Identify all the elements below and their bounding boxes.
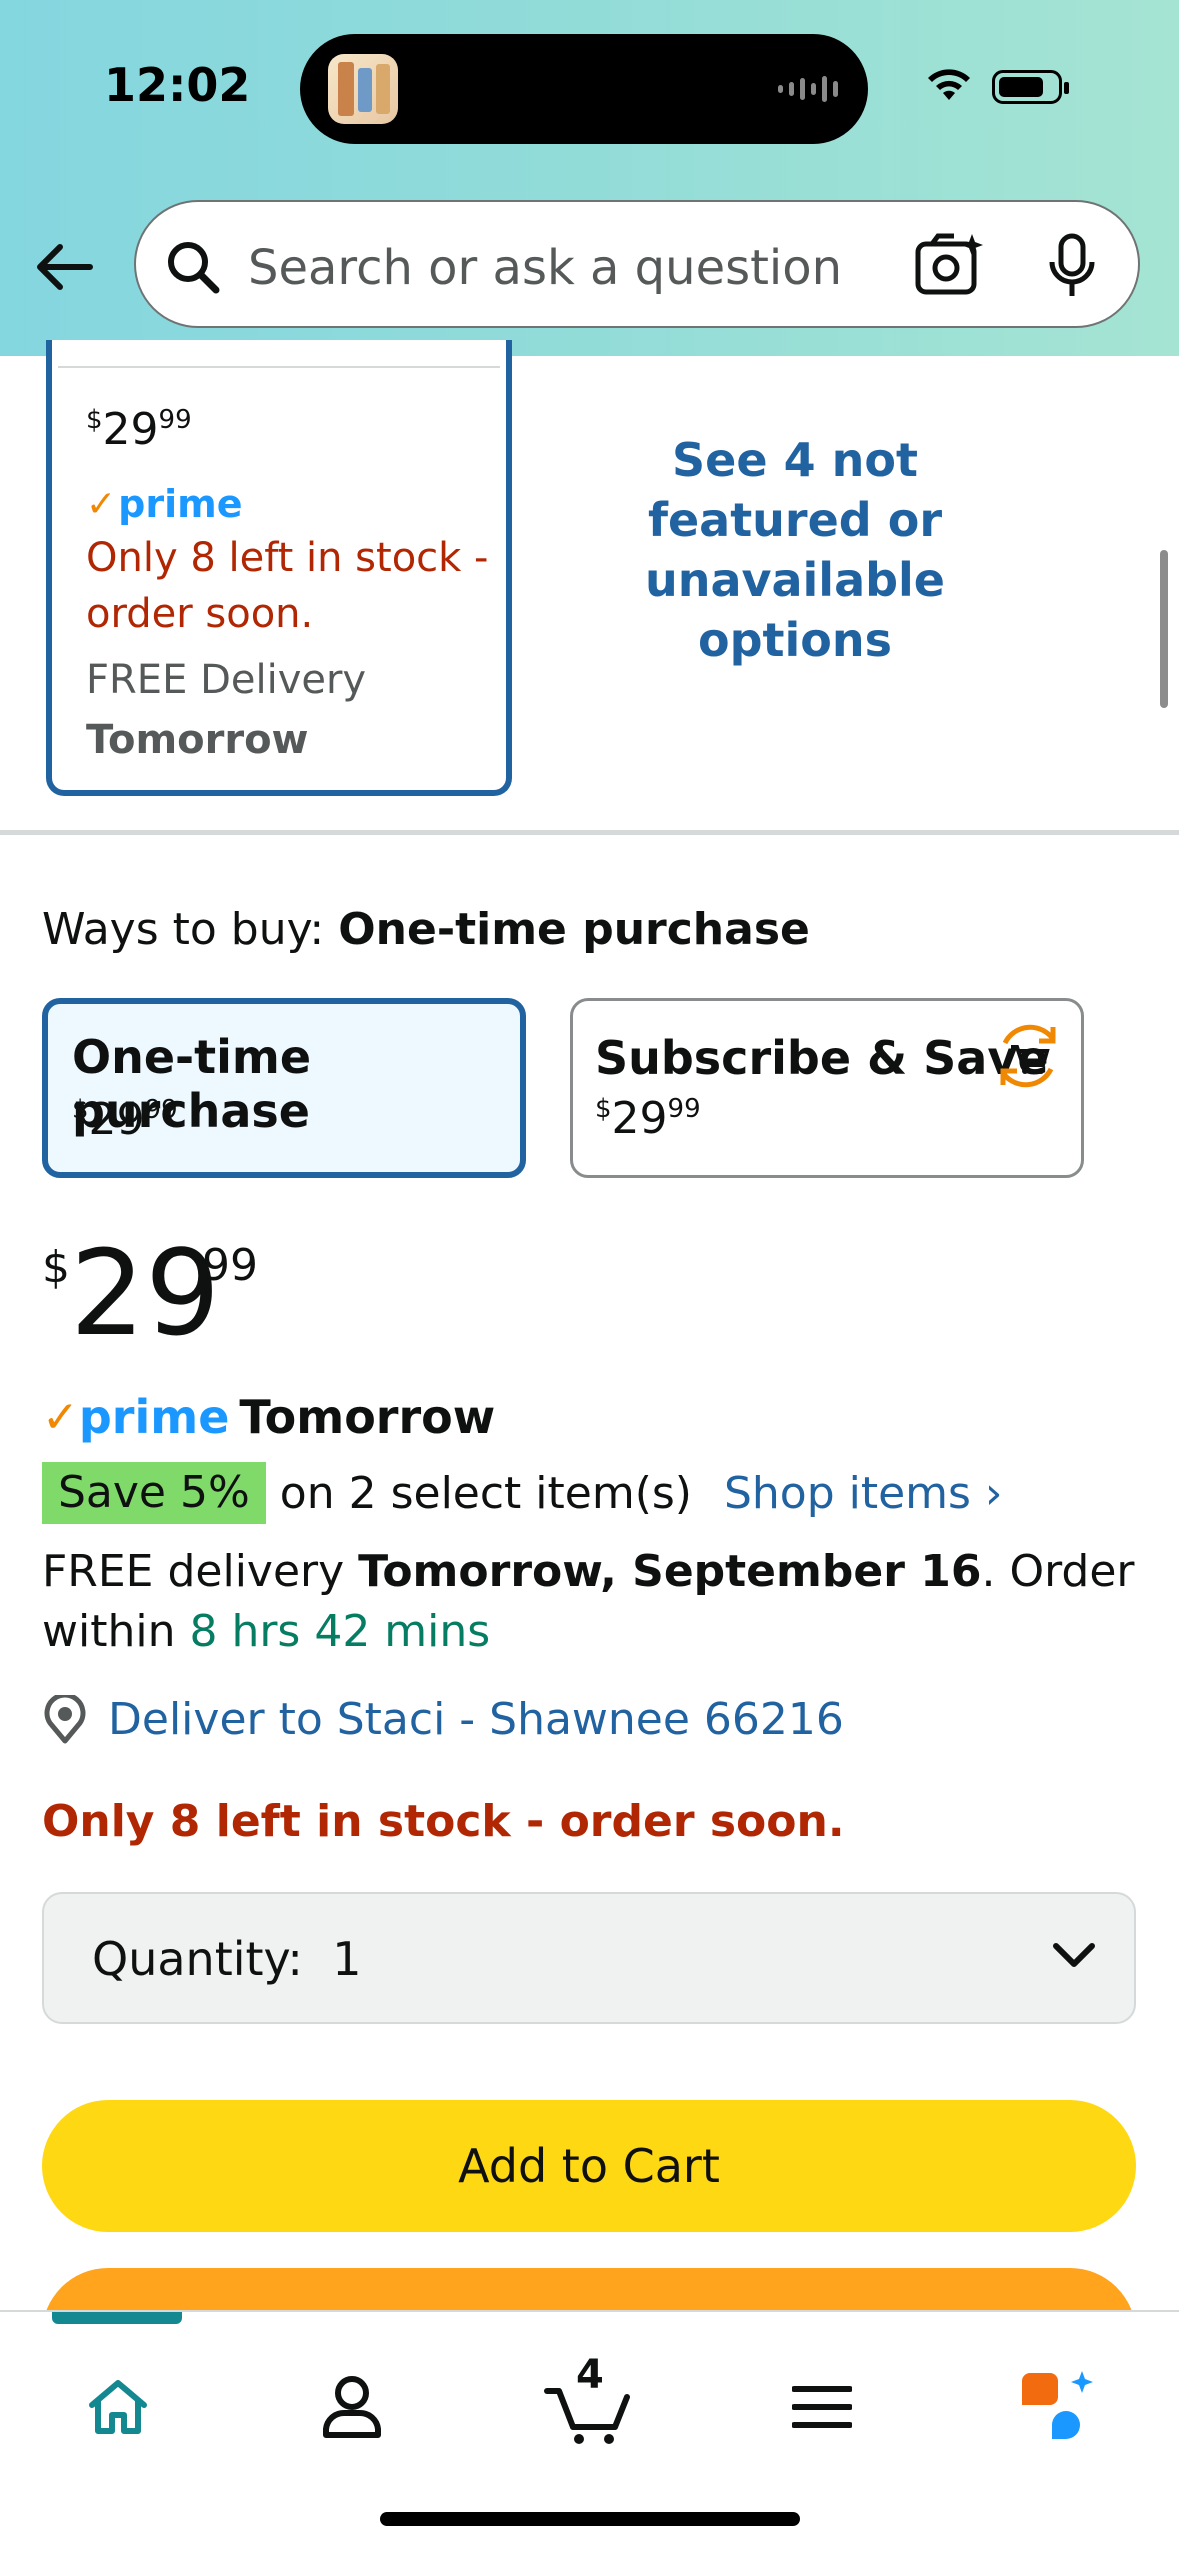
assistant-chat-icon [1022,2371,1093,2439]
camera-lens-icon[interactable] [914,232,984,298]
app-header: 12:02 Search or ask a question [0,0,1179,356]
home-icon [89,2380,147,2434]
delivery-estimate: FREE delivery Tomorrow, September 16. Or… [42,1546,1135,1657]
home-indicator [380,2512,800,2526]
scrollbar [1160,550,1168,708]
variant-card[interactable]: $2999 ✓ prime Only 8 left in stock - ord… [46,340,512,796]
variant-price: $2999 [86,404,192,455]
tab-account[interactable] [292,2352,412,2462]
prime-badge: ✓ prime [86,482,243,526]
prime-check-icon: ✓ [86,483,117,525]
dynamic-island [300,34,868,144]
wifi-icon [928,69,970,100]
search-icon [168,242,220,294]
add-to-cart-button[interactable]: Add to Cart [42,2100,1136,2232]
search-input[interactable]: Search or ask a question [248,240,842,296]
prime-check-icon: ✓ [42,1391,79,1443]
tab-rufus-assistant[interactable] [998,2352,1118,2462]
promo-row: Save 5% on 2 select item(s) Shop items › [42,1462,1003,1524]
live-activity-app-icon [328,54,398,124]
tab-cart[interactable]: 4 [528,2352,648,2462]
option-price: $2999 [72,1094,178,1145]
ways-to-buy-heading: Ways to buy: One-time purchase [42,904,810,955]
card-divider [58,366,500,368]
deliver-to-link[interactable]: Deliver to Staci - Shawnee 66216 [42,1694,844,1745]
microphone-icon[interactable] [1044,232,1100,300]
user-icon [323,2376,381,2438]
variant-delivery: FREE Delivery Tomorrow [86,657,367,763]
not-featured-options-link[interactable]: See 4 not featured or unavailable option… [560,430,1030,670]
cart-count-badge: 4 [576,2352,604,2398]
quantity-dropdown[interactable]: Quantity: 1 [42,1892,1136,2024]
active-tab-indicator [52,2312,182,2324]
hamburger-menu-icon [792,2386,852,2428]
search-bar[interactable]: Search or ask a question [134,200,1140,328]
section-divider [0,830,1179,835]
one-time-purchase-option[interactable]: One-time purchase $2999 [42,998,526,1178]
shop-items-link[interactable]: Shop items › [724,1468,1003,1519]
back-arrow-icon[interactable] [30,232,100,302]
status-time: 12:02 [104,58,251,112]
location-pin-icon [44,1694,86,1743]
save-badge: Save 5% [42,1462,266,1524]
audio-wave-icon [778,76,838,102]
prime-delivery-line: ✓ prime Tomorrow [42,1390,496,1444]
chevron-down-icon [1053,1943,1095,1967]
tab-menu[interactable] [762,2352,882,2462]
subscribe-cart-icon [1000,1024,1056,1088]
variant-stock-text: Only 8 left in stock - order soon. [86,535,489,637]
stock-warning: Only 8 left in stock - order soon. [42,1796,845,1847]
subscribe-save-option[interactable]: Subscribe & Save $2999 [570,998,1084,1178]
tab-home[interactable] [58,2352,178,2462]
battery-icon [992,70,1069,104]
option-price: $2999 [595,1093,701,1144]
